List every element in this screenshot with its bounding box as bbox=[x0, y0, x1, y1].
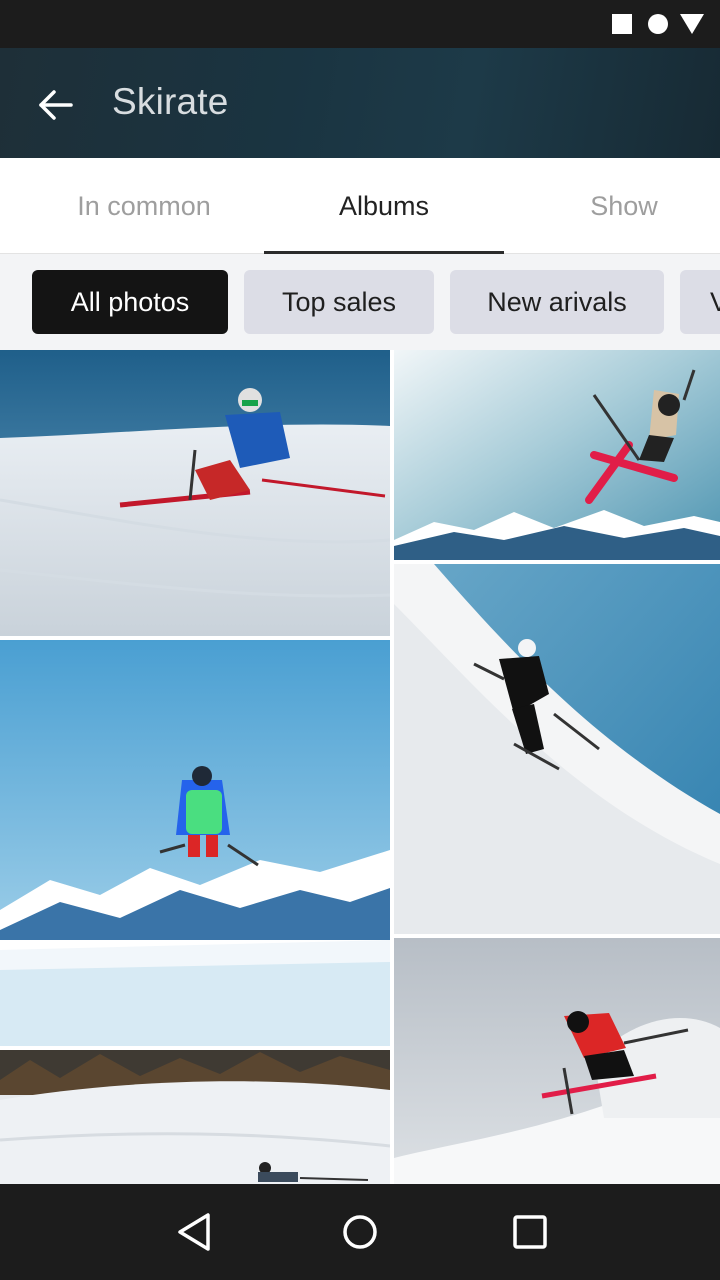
tab-show[interactable]: Show bbox=[504, 158, 720, 254]
skier-photo bbox=[394, 564, 720, 934]
square-icon bbox=[612, 14, 632, 34]
chip-partial[interactable]: V bbox=[680, 270, 720, 334]
nav-back-button[interactable] bbox=[170, 1208, 218, 1256]
recents-square-icon bbox=[513, 1215, 547, 1249]
skier-photo bbox=[394, 350, 720, 560]
skier-photo bbox=[0, 350, 390, 636]
photo-tile[interactable] bbox=[394, 938, 720, 1184]
tab-in-common[interactable]: In common bbox=[24, 158, 264, 254]
skier-photo bbox=[0, 640, 390, 1046]
arrow-left-icon bbox=[39, 90, 73, 120]
photo-tile[interactable] bbox=[394, 564, 720, 934]
chip-all-photos[interactable]: All photos bbox=[32, 270, 228, 334]
skier-photo bbox=[394, 938, 720, 1184]
back-button[interactable] bbox=[30, 80, 80, 130]
photo-tile[interactable] bbox=[394, 350, 720, 560]
photo-tile[interactable] bbox=[0, 350, 390, 636]
chip-new-arrivals[interactable]: New arivals bbox=[450, 270, 664, 334]
circle-icon bbox=[648, 14, 668, 34]
app-bar: Skirate bbox=[0, 48, 720, 158]
tab-albums[interactable]: Albums bbox=[264, 158, 504, 254]
back-triangle-icon bbox=[178, 1213, 210, 1251]
page-title: Skirate bbox=[112, 81, 229, 122]
skier-photo bbox=[0, 1050, 390, 1184]
navigation-bar bbox=[0, 1184, 720, 1280]
chip-top-sales[interactable]: Top sales bbox=[244, 270, 434, 334]
photo-tile[interactable] bbox=[0, 1050, 390, 1184]
nav-home-button[interactable] bbox=[336, 1208, 384, 1256]
nav-recents-button[interactable] bbox=[506, 1208, 554, 1256]
filter-chips: All photos Top sales New arivals V bbox=[0, 254, 720, 350]
home-circle-icon bbox=[343, 1215, 377, 1249]
triangle-icon bbox=[680, 14, 704, 34]
status-bar bbox=[0, 0, 720, 48]
tab-bar: In common Albums Show bbox=[0, 158, 720, 254]
photo-tile[interactable] bbox=[0, 640, 390, 1046]
